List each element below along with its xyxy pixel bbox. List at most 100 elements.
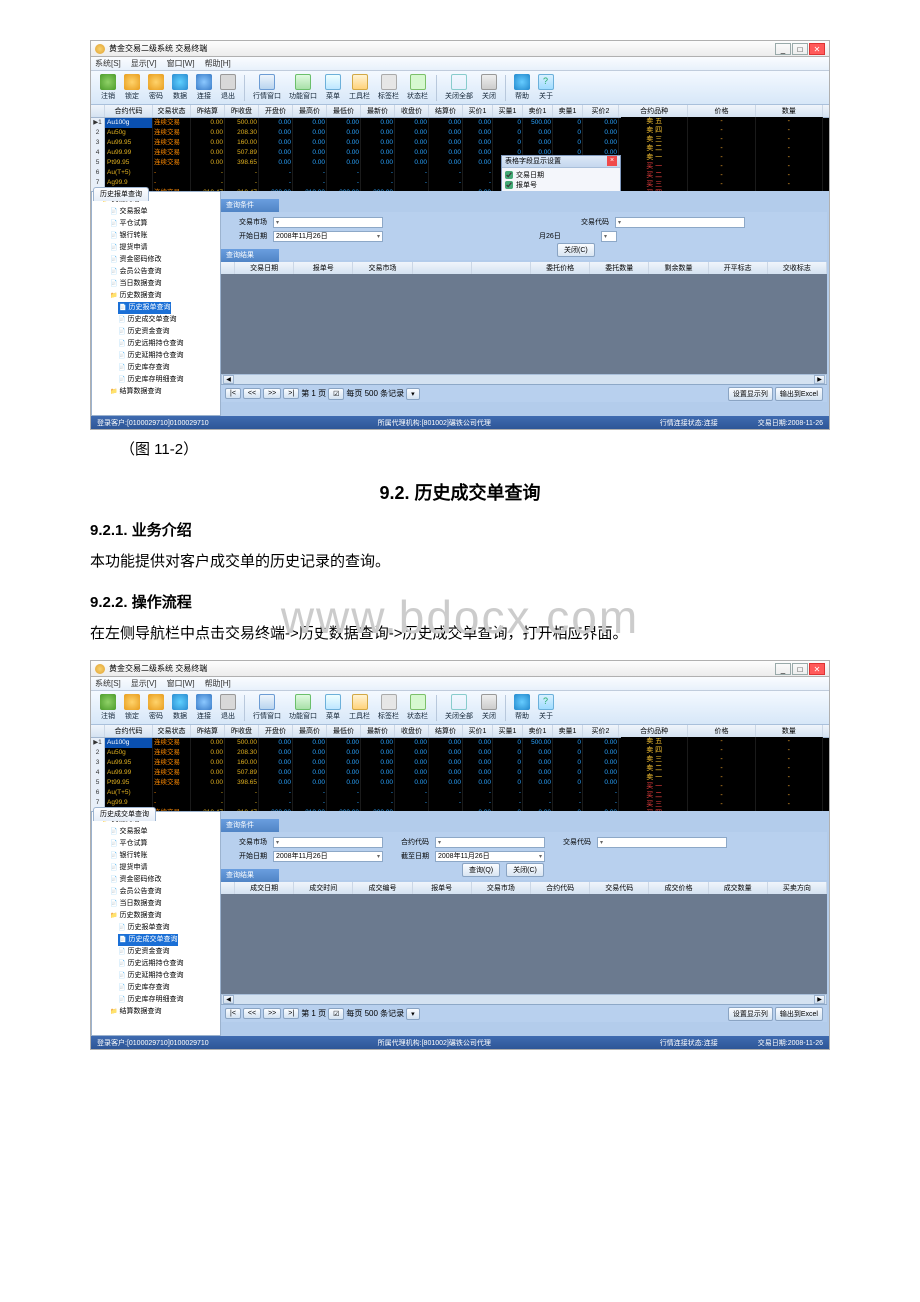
pager-btn[interactable]: |<	[225, 1008, 241, 1019]
menu-item[interactable]: 显示[V]	[131, 678, 157, 689]
tree-item[interactable]: 历史延期持仓查询	[118, 350, 218, 362]
lower-tab[interactable]: 历史报单查询	[93, 187, 149, 201]
btn-close[interactable]: 关闭(C)	[506, 863, 544, 877]
tree-item[interactable]: 历史资金查询	[118, 326, 218, 338]
toolbar-关闭全部[interactable]: 关闭全部	[442, 73, 476, 102]
pager-btn[interactable]: <<	[243, 388, 261, 399]
pager-btn[interactable]: <<	[243, 1008, 261, 1019]
col-checkbox[interactable]	[505, 171, 513, 179]
btn-set-columns[interactable]: 设置显示列	[728, 387, 773, 401]
pager-btn[interactable]: >|	[283, 388, 299, 399]
menu-item[interactable]: 系统[S]	[95, 678, 121, 689]
tree-item[interactable]: 历史库存明细查询	[118, 374, 218, 386]
toolbar-注销[interactable]: 注销	[97, 73, 119, 102]
toolbar-注销[interactable]: 注销	[97, 693, 119, 722]
tree-item[interactable]: 交易报单	[110, 826, 218, 838]
toolbar-工具栏[interactable]: 工具栏	[346, 693, 373, 722]
tree-root[interactable]: 交易终端交易报单平仓试算银行转账提货申请资金密码修改会员公告查询当日数据查询历史…	[102, 814, 218, 1018]
tree-root[interactable]: 交易终端交易报单平仓试算银行转账提货申请资金密码修改会员公告查询当日数据查询历史…	[102, 194, 218, 398]
tree-item[interactable]: 提货申请	[110, 862, 218, 874]
window-minimize[interactable]: _	[775, 663, 791, 675]
col-checkbox[interactable]	[505, 181, 513, 189]
tree-item[interactable]: 历史成交单查询	[118, 314, 218, 326]
tree-item[interactable]: 当日数据查询	[110, 278, 218, 290]
tree-item[interactable]: 历史远期持仓查询	[118, 958, 218, 970]
menu-item[interactable]: 帮助[H]	[205, 678, 231, 689]
tree-item[interactable]: 交易报单	[110, 206, 218, 218]
btn-close[interactable]: 关闭(C)	[557, 243, 595, 257]
menu-item[interactable]: 显示[V]	[131, 58, 157, 69]
menu-item[interactable]: 窗口[W]	[167, 678, 195, 689]
tree-item[interactable]: 资金密码修改	[110, 254, 218, 266]
tree-item[interactable]: 历史报单查询	[118, 922, 218, 934]
field-start-date[interactable]: 2008年11月26日	[273, 231, 383, 242]
tree-item[interactable]: 银行转账	[110, 230, 218, 242]
toolbar-状态栏[interactable]: 状态栏	[404, 693, 431, 722]
toolbar-关于[interactable]: 关于	[535, 693, 557, 722]
btn-export-excel[interactable]: 输出到Excel	[775, 1007, 823, 1021]
tree-history[interactable]: 历史数据查询历史报单查询历史成交单查询历史资金查询历史远期持仓查询历史延期持仓查…	[110, 290, 218, 386]
field-code[interactable]	[597, 837, 727, 848]
tree-item[interactable]: 会员公告查询	[110, 266, 218, 278]
toolbar-行情窗口[interactable]: 行情窗口	[250, 693, 284, 722]
toolbar-关闭全部[interactable]: 关闭全部	[442, 693, 476, 722]
tree-item[interactable]: 提货申请	[110, 242, 218, 254]
tree-item[interactable]: 历史报单查询	[118, 302, 171, 314]
toolbar-菜单[interactable]: 菜单	[322, 73, 344, 102]
tree-item[interactable]: 历史库存查询	[118, 362, 218, 374]
toolbar-功能窗口[interactable]: 功能窗口	[286, 73, 320, 102]
btn-export-excel[interactable]: 输出到Excel	[775, 387, 823, 401]
tree-item[interactable]: 资金密码修改	[110, 874, 218, 886]
menu-item[interactable]: 窗口[W]	[167, 58, 195, 69]
field-start-date[interactable]: 2008年11月26日	[273, 851, 383, 862]
toolbar-关闭[interactable]: 关闭	[478, 693, 500, 722]
tree-item[interactable]: 平仓试算	[110, 838, 218, 850]
menu-item[interactable]: 帮助[H]	[205, 58, 231, 69]
tree-settle[interactable]: 结算数据查询	[110, 386, 218, 398]
pager-btn[interactable]: >>	[263, 1008, 281, 1019]
field-code[interactable]	[615, 217, 745, 228]
tree-history[interactable]: 历史数据查询历史报单查询历史成交单查询历史资金查询历史远期持仓查询历史延期持仓查…	[110, 910, 218, 1006]
toolbar-退出[interactable]: 退出	[217, 693, 239, 722]
toolbar-连接[interactable]: 连接	[193, 73, 215, 102]
tree-item[interactable]: 银行转账	[110, 850, 218, 862]
tree-item[interactable]: 历史延期持仓查询	[118, 970, 218, 982]
window-maximize[interactable]: □	[792, 663, 808, 675]
field-end-date[interactable]	[601, 231, 617, 242]
tree-item[interactable]: 历史库存查询	[118, 982, 218, 994]
toolbar-锁定[interactable]: 锁定	[121, 693, 143, 722]
window-close[interactable]: ✕	[809, 43, 825, 55]
toolbar-关于[interactable]: 关于	[535, 73, 557, 102]
toolbar-连接[interactable]: 连接	[193, 693, 215, 722]
toolbar-数据[interactable]: 数据	[169, 73, 191, 102]
lower-tab[interactable]: 历史成交单查询	[93, 807, 156, 821]
toolbar-退出[interactable]: 退出	[217, 73, 239, 102]
menu-item[interactable]: 系统[S]	[95, 58, 121, 69]
tree-item[interactable]: 历史资金查询	[118, 946, 218, 958]
tree-item[interactable]: 历史成交单查询	[118, 934, 178, 946]
toolbar-功能窗口[interactable]: 功能窗口	[286, 693, 320, 722]
window-close[interactable]: ✕	[809, 663, 825, 675]
toolbar-数据[interactable]: 数据	[169, 693, 191, 722]
pager-btn[interactable]: >|	[283, 1008, 299, 1019]
field-contract[interactable]	[435, 837, 545, 848]
field-market[interactable]	[273, 217, 383, 228]
field-market[interactable]	[273, 837, 383, 848]
field-end-date[interactable]: 2008年11月26日	[435, 851, 545, 862]
tree-item[interactable]: 当日数据查询	[110, 898, 218, 910]
tree-item[interactable]: 历史远期持仓查询	[118, 338, 218, 350]
btn-set-columns[interactable]: 设置显示列	[728, 1007, 773, 1021]
toolbar-工具栏[interactable]: 工具栏	[346, 73, 373, 102]
toolbar-标签栏[interactable]: 标签栏	[375, 693, 402, 722]
toolbar-帮助[interactable]: 帮助	[511, 73, 533, 102]
tree-item[interactable]: 平仓试算	[110, 218, 218, 230]
pager-btn[interactable]: |<	[225, 388, 241, 399]
toolbar-关闭[interactable]: 关闭	[478, 73, 500, 102]
pager-btn[interactable]: >>	[263, 388, 281, 399]
toolbar-密码[interactable]: 密码	[145, 73, 167, 102]
toolbar-锁定[interactable]: 锁定	[121, 73, 143, 102]
tree-settle[interactable]: 结算数据查询	[110, 1006, 218, 1018]
window-maximize[interactable]: □	[792, 43, 808, 55]
toolbar-密码[interactable]: 密码	[145, 693, 167, 722]
toolbar-帮助[interactable]: 帮助	[511, 693, 533, 722]
